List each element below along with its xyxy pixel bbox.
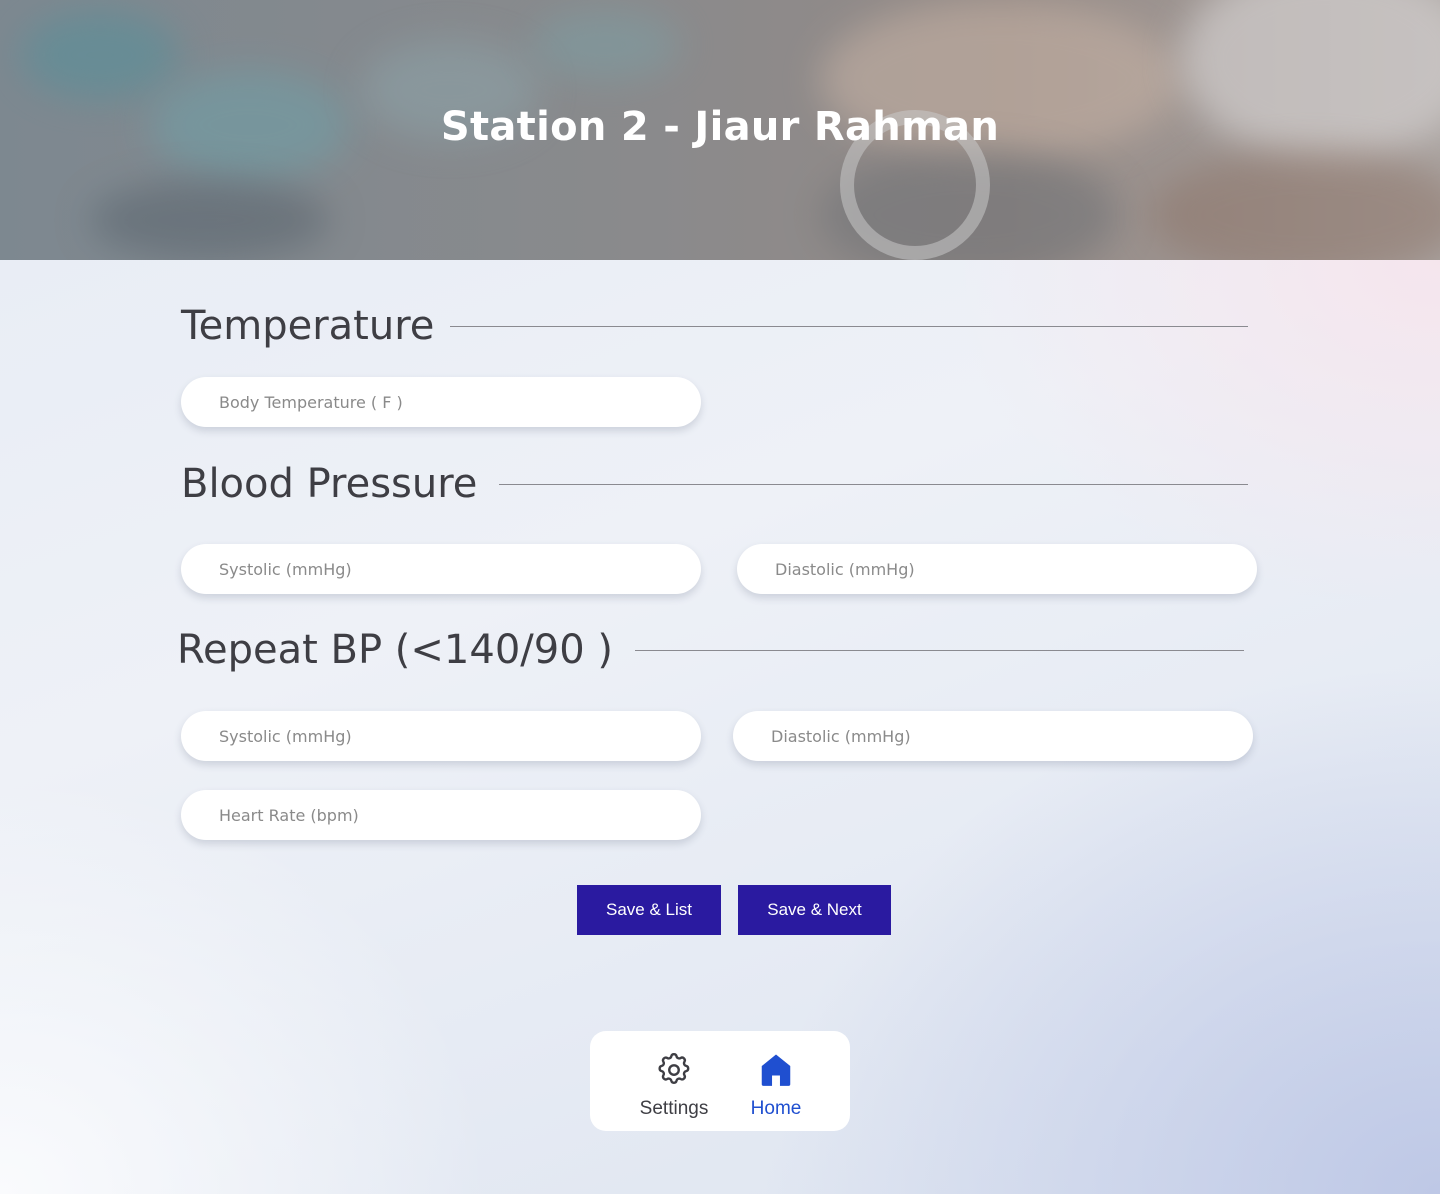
repeat-bp-systolic-input[interactable]: [181, 711, 701, 761]
gear-icon: [655, 1051, 693, 1094]
repeat-bp-systolic-field[interactable]: [181, 711, 701, 761]
heart-rate-field[interactable]: [181, 790, 701, 840]
hero-background-shape: [20, 10, 180, 100]
section-title: Temperature: [181, 303, 435, 349]
section-heading-repeat-bp: Repeat BP (<140/90 ): [177, 627, 1244, 673]
nav-item-settings[interactable]: Settings: [630, 1051, 718, 1120]
hero-background-shape: [1150, 150, 1440, 260]
section-divider: [450, 325, 1248, 327]
save-and-list-button[interactable]: Save & List: [577, 885, 721, 935]
body-temperature-input[interactable]: [181, 377, 701, 427]
nav-item-label: Settings: [639, 1098, 709, 1119]
bp-systolic-field[interactable]: [181, 544, 701, 594]
section-heading-blood-pressure: Blood Pressure: [181, 461, 1248, 507]
nav-item-home[interactable]: Home: [740, 1051, 812, 1120]
page-title: Station 2 - Jiaur Rahman: [440, 104, 1000, 150]
section-title: Blood Pressure: [181, 461, 478, 507]
bp-systolic-input[interactable]: [181, 544, 701, 594]
section-divider: [499, 483, 1248, 485]
hero-banner: Station 2 - Jiaur Rahman: [0, 0, 1440, 260]
bp-diastolic-field[interactable]: [737, 544, 1257, 594]
home-icon: [757, 1051, 795, 1094]
section-title: Repeat BP (<140/90 ): [177, 627, 613, 673]
nav-item-label: Home: [750, 1098, 802, 1119]
bottom-nav: Settings Home: [590, 1031, 850, 1131]
repeat-bp-diastolic-input[interactable]: [733, 711, 1253, 761]
hero-background-shape: [90, 180, 330, 260]
section-divider: [634, 649, 1244, 651]
bp-diastolic-input[interactable]: [737, 544, 1257, 594]
section-heading-temperature: Temperature: [181, 303, 1248, 349]
save-and-next-button[interactable]: Save & Next: [738, 885, 891, 935]
repeat-bp-diastolic-field[interactable]: [733, 711, 1253, 761]
heart-rate-input[interactable]: [181, 790, 701, 840]
body-temperature-field[interactable]: [181, 377, 701, 427]
hero-background-shape: [530, 10, 680, 80]
